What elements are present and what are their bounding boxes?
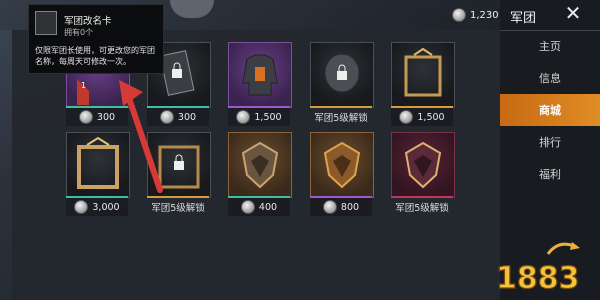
emblem-icon [241, 141, 279, 189]
sidebar-item-label: 排行 [539, 136, 561, 149]
emblem-icon [404, 141, 442, 189]
price-tag: 1,500 [391, 108, 453, 126]
annotation-arrow-icon [119, 80, 163, 193]
sidebar-item-info[interactable]: 信息 [500, 62, 600, 94]
svg-text:1: 1 [81, 81, 86, 90]
price-tag: 800 [310, 198, 372, 216]
price-value: 3,000 [92, 201, 120, 213]
price-tag: 3,000 [66, 198, 128, 216]
sidebar-item-label: 福利 [539, 168, 561, 181]
price-value: 800 [340, 201, 360, 213]
sidebar-item-home[interactable]: 主页 [500, 30, 600, 62]
price-value: 300 [177, 111, 197, 123]
currency-display: 1,230 [452, 7, 499, 23]
shop-item-3[interactable] [228, 42, 292, 108]
jacket-icon [242, 54, 278, 96]
item-tooltip: 军团改名卡 拥有0个 仅限军团长使用，可更改您的军团名称，每周天可修改一次。 [28, 4, 164, 74]
coin-icon [74, 200, 89, 214]
sidebar-item-label: 主页 [539, 40, 561, 53]
tooltip-owned-count: 拥有0个 [64, 28, 94, 37]
coin-icon [236, 110, 251, 124]
sidebar-item-ranking[interactable]: 排行 [500, 126, 600, 158]
lock-requirement: 军团5级解锁 [151, 203, 205, 214]
emblem-icon [323, 141, 361, 189]
currency-amount: 1,230 [470, 9, 499, 21]
shop-item-8[interactable] [228, 132, 292, 198]
lock-requirement: 军团5级解锁 [314, 113, 368, 124]
rename-card-icon [35, 11, 57, 35]
avatar-frame-icon [404, 47, 442, 97]
watermark-logo: 1883 [495, 242, 580, 296]
watermark-text: 1883 [496, 261, 580, 296]
price-value: 300 [96, 111, 116, 123]
sidebar-item-label: 商城 [539, 104, 561, 117]
price-value: 1,500 [417, 111, 445, 123]
close-button[interactable]: ✕ [560, 0, 586, 26]
coin-icon [322, 200, 337, 214]
tooltip-title: 军团改名卡 [64, 16, 112, 27]
price-tag: 400 [228, 198, 290, 216]
coin-icon [78, 110, 93, 124]
coin-icon [240, 200, 255, 214]
price-tag: 1,500 [228, 108, 290, 126]
sidebar-item-label: 信息 [539, 72, 561, 85]
price-value: 1,500 [254, 111, 282, 123]
coin-icon [399, 110, 414, 124]
coin-icon [452, 8, 466, 22]
sidebar-title: 军团 [510, 11, 537, 26]
lock-requirement: 军团5级解锁 [395, 203, 449, 214]
shop-item-5[interactable] [391, 42, 455, 108]
helmet-icon [324, 53, 360, 93]
price-value: 400 [258, 201, 278, 213]
shop-item-10[interactable] [391, 132, 455, 198]
close-icon: ✕ [564, 1, 582, 25]
sidebar-item-benefits[interactable]: 福利 [500, 158, 600, 190]
shop-item-9[interactable] [310, 132, 374, 198]
sidebar-item-shop[interactable]: 商城 [500, 94, 600, 126]
tooltip-description: 仅限军团长使用，可更改您的军团名称，每周天可修改一次。 [35, 46, 155, 66]
shop-item-4[interactable] [310, 42, 374, 108]
